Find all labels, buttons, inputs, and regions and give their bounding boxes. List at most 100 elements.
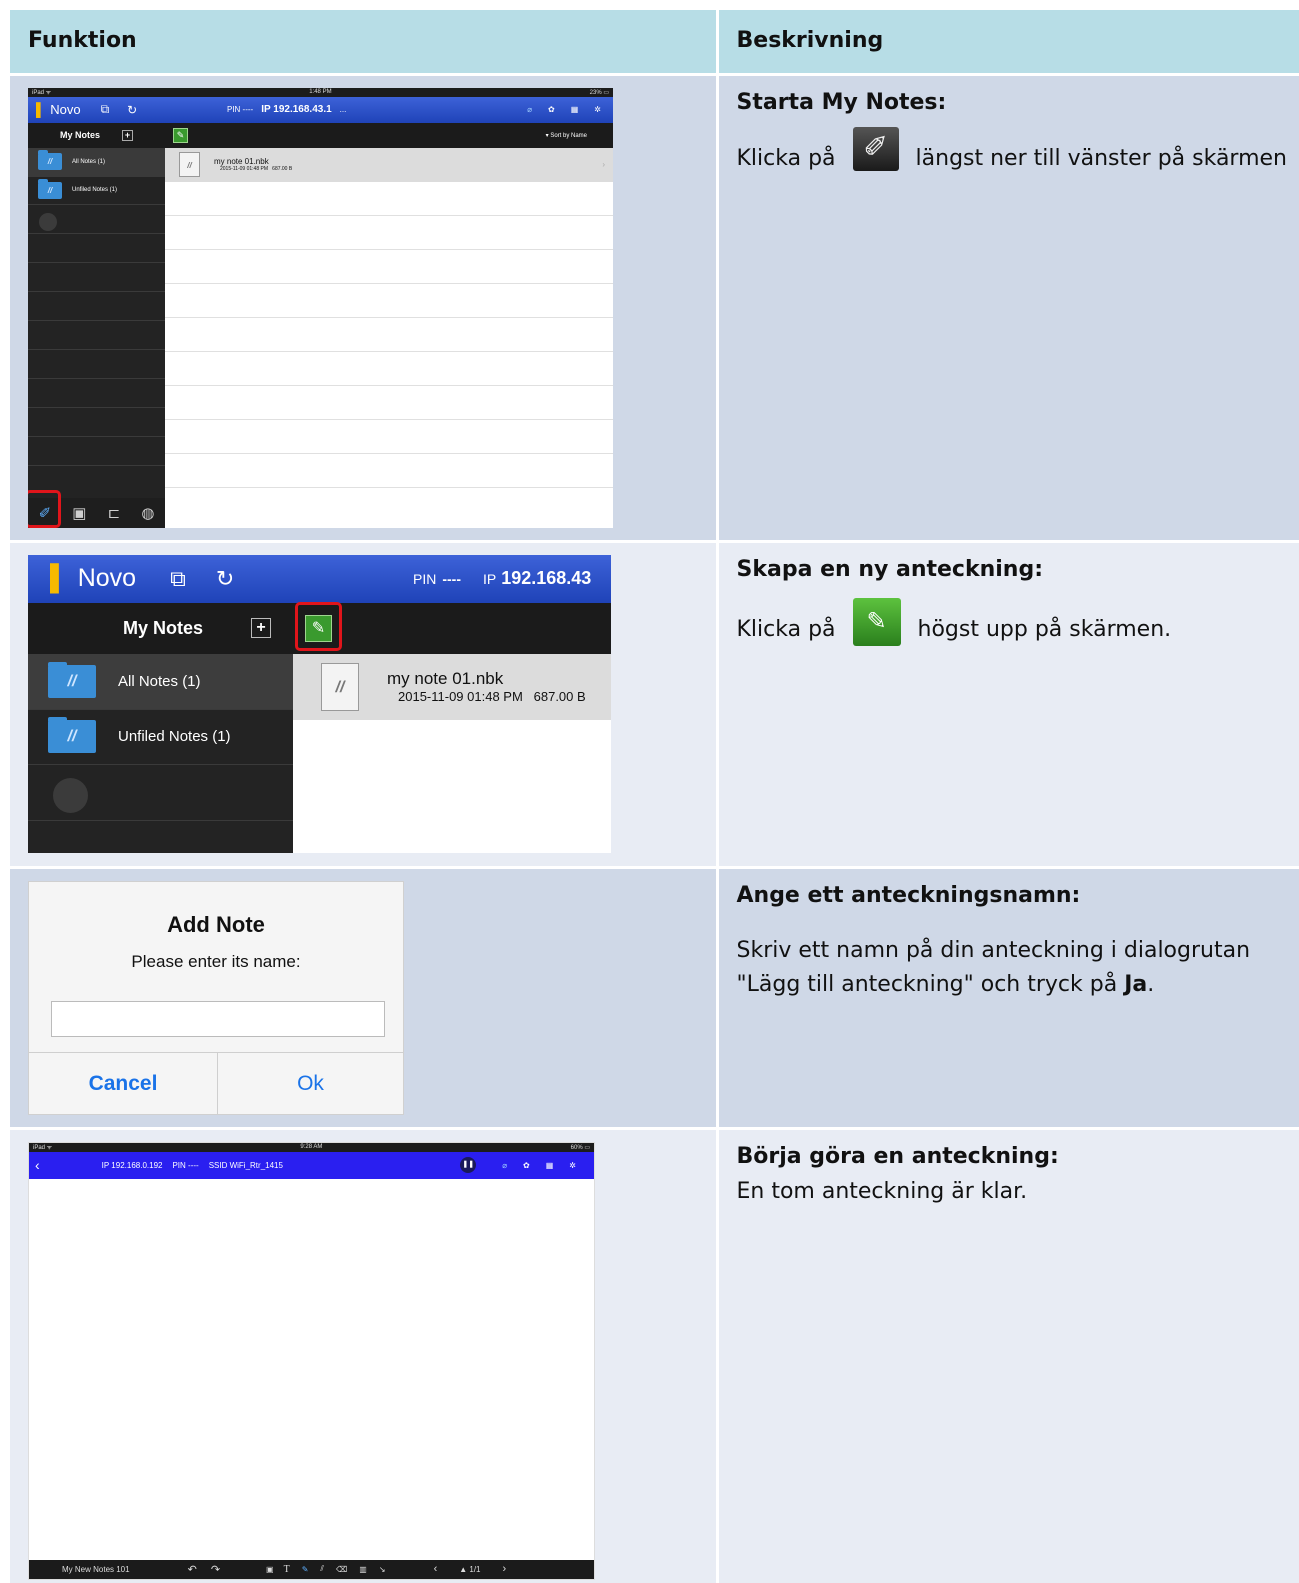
folder-label: All Notes (1) — [118, 672, 201, 690]
back-chevron-icon[interactable]: ‹ — [35, 1157, 40, 1173]
previous-page-icon[interactable]: ‹ — [434, 1563, 438, 1575]
ip-label: IP — [483, 570, 497, 587]
folder-open-icon[interactable]: ⊏ — [108, 504, 121, 522]
settings-gear-icon[interactable]: ✲ — [569, 1161, 576, 1170]
android-icon[interactable]: ✿ — [523, 1161, 530, 1170]
page-indicator: ▲ 1/1 — [459, 1564, 481, 1574]
redo-icon[interactable]: ↷ — [211, 1563, 220, 1576]
my-notes-title: My Notes — [59, 130, 100, 140]
folder-unfiled-notes[interactable]: // Unfiled Notes (1) — [28, 710, 293, 765]
ip-address: IP 192.168.0.192 — [101, 1160, 163, 1170]
folder-label: Unfiled Notes (1) — [118, 728, 231, 745]
cancel-button[interactable]: Cancel — [29, 1052, 218, 1114]
novo-logo-icon: ▌ — [50, 564, 68, 592]
text-icon[interactable]: T — [284, 1564, 290, 1575]
folder-icon: // — [38, 178, 62, 199]
screenshot-my-notes-list: iPad ᯤ 1:48 PM 23% ▭ ▌ Novo ⧉ ↻ PIN ----… — [28, 87, 613, 528]
folder-icon: // — [48, 717, 96, 753]
loading-indicator — [39, 212, 57, 231]
status-battery: 60% ▭ — [570, 1144, 590, 1151]
pause-icon[interactable]: ❚❚ — [460, 1157, 477, 1173]
note-file-icon: // — [179, 152, 200, 177]
app-name: Novo — [77, 564, 137, 592]
app-name: Novo — [50, 102, 81, 117]
step-text: Klicka på — [736, 145, 836, 171]
chevron-right-icon: › — [602, 160, 605, 169]
header-description: Beskrivning — [717, 10, 1299, 74]
dialog-title: Add Note — [167, 911, 265, 937]
pointer-icon[interactable]: ↘ — [379, 1565, 386, 1574]
more-indicator: ... — [339, 105, 347, 114]
pin-label: PIN ---- — [227, 105, 254, 114]
add-note-dialog: Add Note Please enter its name: Cancel O… — [28, 880, 404, 1115]
image-icon[interactable]: ▣ — [266, 1565, 274, 1574]
trash-icon[interactable]: ▥ — [359, 1565, 367, 1574]
android-icon[interactable]: ✿ — [548, 105, 555, 114]
note-canvas[interactable] — [29, 1178, 594, 1561]
sort-menu[interactable]: ▾ Sort by Name — [546, 132, 587, 139]
folder-all-notes[interactable]: // All Notes (1) — [28, 147, 165, 177]
screen-share-icon[interactable]: ⧉ — [170, 566, 186, 592]
screenshot-blank-note: iPad ᯤ 9:28 AM 60% ▭ ‹ IP 192.168.0.192 … — [28, 1141, 595, 1580]
novo-logo-icon: ▌ — [36, 102, 46, 117]
ssid-label: SSID WiFi_Rtr_1415 — [208, 1160, 283, 1170]
grid-icon[interactable]: ▦ — [546, 1161, 554, 1170]
step-title: Ange ett anteckningsnamn: — [736, 882, 1081, 908]
step-title: Skapa en ny anteckning: — [736, 556, 1044, 582]
globe-icon[interactable]: ◍ — [141, 504, 154, 522]
note-list-item[interactable]: // my note 01.nbk 2015-11-09 01:48 PM 68… — [293, 653, 611, 720]
add-folder-icon[interactable]: + — [251, 618, 272, 638]
step-title: Starta My Notes: — [736, 89, 947, 115]
pen-icon[interactable]: ✎ — [302, 1565, 309, 1574]
note-name: my note 01.nbk — [214, 157, 269, 166]
status-battery: 23% ▭ — [589, 89, 609, 96]
ip-address: 192.168.43 — [501, 568, 592, 588]
folder-icon: // — [38, 150, 62, 170]
step-text: Skriv ett namn på din anteckning i dialo… — [736, 937, 1251, 997]
brush-icon[interactable]: ⫽ — [320, 1564, 324, 1574]
pen-notes-icon: ✐ — [852, 126, 899, 171]
step-text: högst upp på skärmen. — [917, 616, 1172, 642]
ok-button[interactable]: Ok — [218, 1053, 403, 1114]
folder-all-notes[interactable]: // All Notes (1) — [28, 653, 293, 710]
status-time: 9:28 AM — [300, 1144, 323, 1150]
new-note-icon: ✎ — [852, 597, 901, 646]
highlight-box — [295, 601, 342, 651]
note-list-item[interactable]: // my note 01.nbk 2015-11-09 01:48 PM 68… — [165, 147, 613, 182]
folder-label: Unfiled Notes (1) — [72, 187, 118, 193]
eraser-icon[interactable]: ⌫ — [336, 1565, 347, 1574]
note-meta: 2015-11-09 01:48 PM 687.00 B — [220, 166, 293, 172]
note-title: My New Notes 101 — [62, 1564, 130, 1574]
next-page-icon[interactable]: › — [503, 1563, 507, 1575]
refresh-icon[interactable]: ↻ — [216, 566, 234, 592]
loading-indicator — [53, 777, 88, 813]
settings-gear-icon[interactable]: ✲ — [594, 105, 601, 114]
pin-value: ---- — [442, 570, 461, 587]
note-file-icon: // — [321, 662, 359, 711]
step-text: En tom anteckning är klar. — [736, 1178, 1028, 1204]
pin-label: PIN — [413, 570, 437, 587]
step-text: längst ner till vänster på skärmen — [915, 145, 1287, 171]
header-function: Funktion — [10, 10, 719, 74]
refresh-icon[interactable]: ↻ — [127, 103, 137, 117]
note-name: my note 01.nbk — [387, 669, 504, 688]
screen-share-icon[interactable]: ⧉ — [101, 102, 110, 117]
undo-icon[interactable]: ↶ — [188, 1563, 197, 1576]
folder-unfiled-notes[interactable]: // Unfiled Notes (1) — [28, 177, 165, 205]
image-icon[interactable]: ▣ — [72, 504, 86, 522]
add-folder-icon[interactable]: + — [122, 129, 133, 141]
dialog-message: Please enter its name: — [131, 951, 301, 971]
new-note-icon[interactable]: ✎ — [173, 127, 188, 143]
folder-label: All Notes (1) — [72, 158, 106, 165]
step-text-bold: Ja — [1124, 971, 1148, 997]
status-carrier: iPad ᯤ — [32, 90, 52, 96]
status-carrier: iPad ᯤ — [33, 1145, 53, 1151]
status-time: 1:48 PM — [309, 89, 332, 95]
link-icon[interactable]: ⌀ — [502, 1161, 507, 1170]
note-meta: 2015-11-09 01:48 PM 687.00 B — [398, 689, 586, 704]
note-name-input[interactable] — [51, 1000, 385, 1037]
link-icon[interactable]: ⌀ — [527, 105, 532, 114]
step-text: Klicka på — [736, 616, 836, 642]
grid-icon[interactable]: ▦ — [571, 105, 579, 114]
step-title: Börja göra en anteckning: — [736, 1143, 1059, 1169]
